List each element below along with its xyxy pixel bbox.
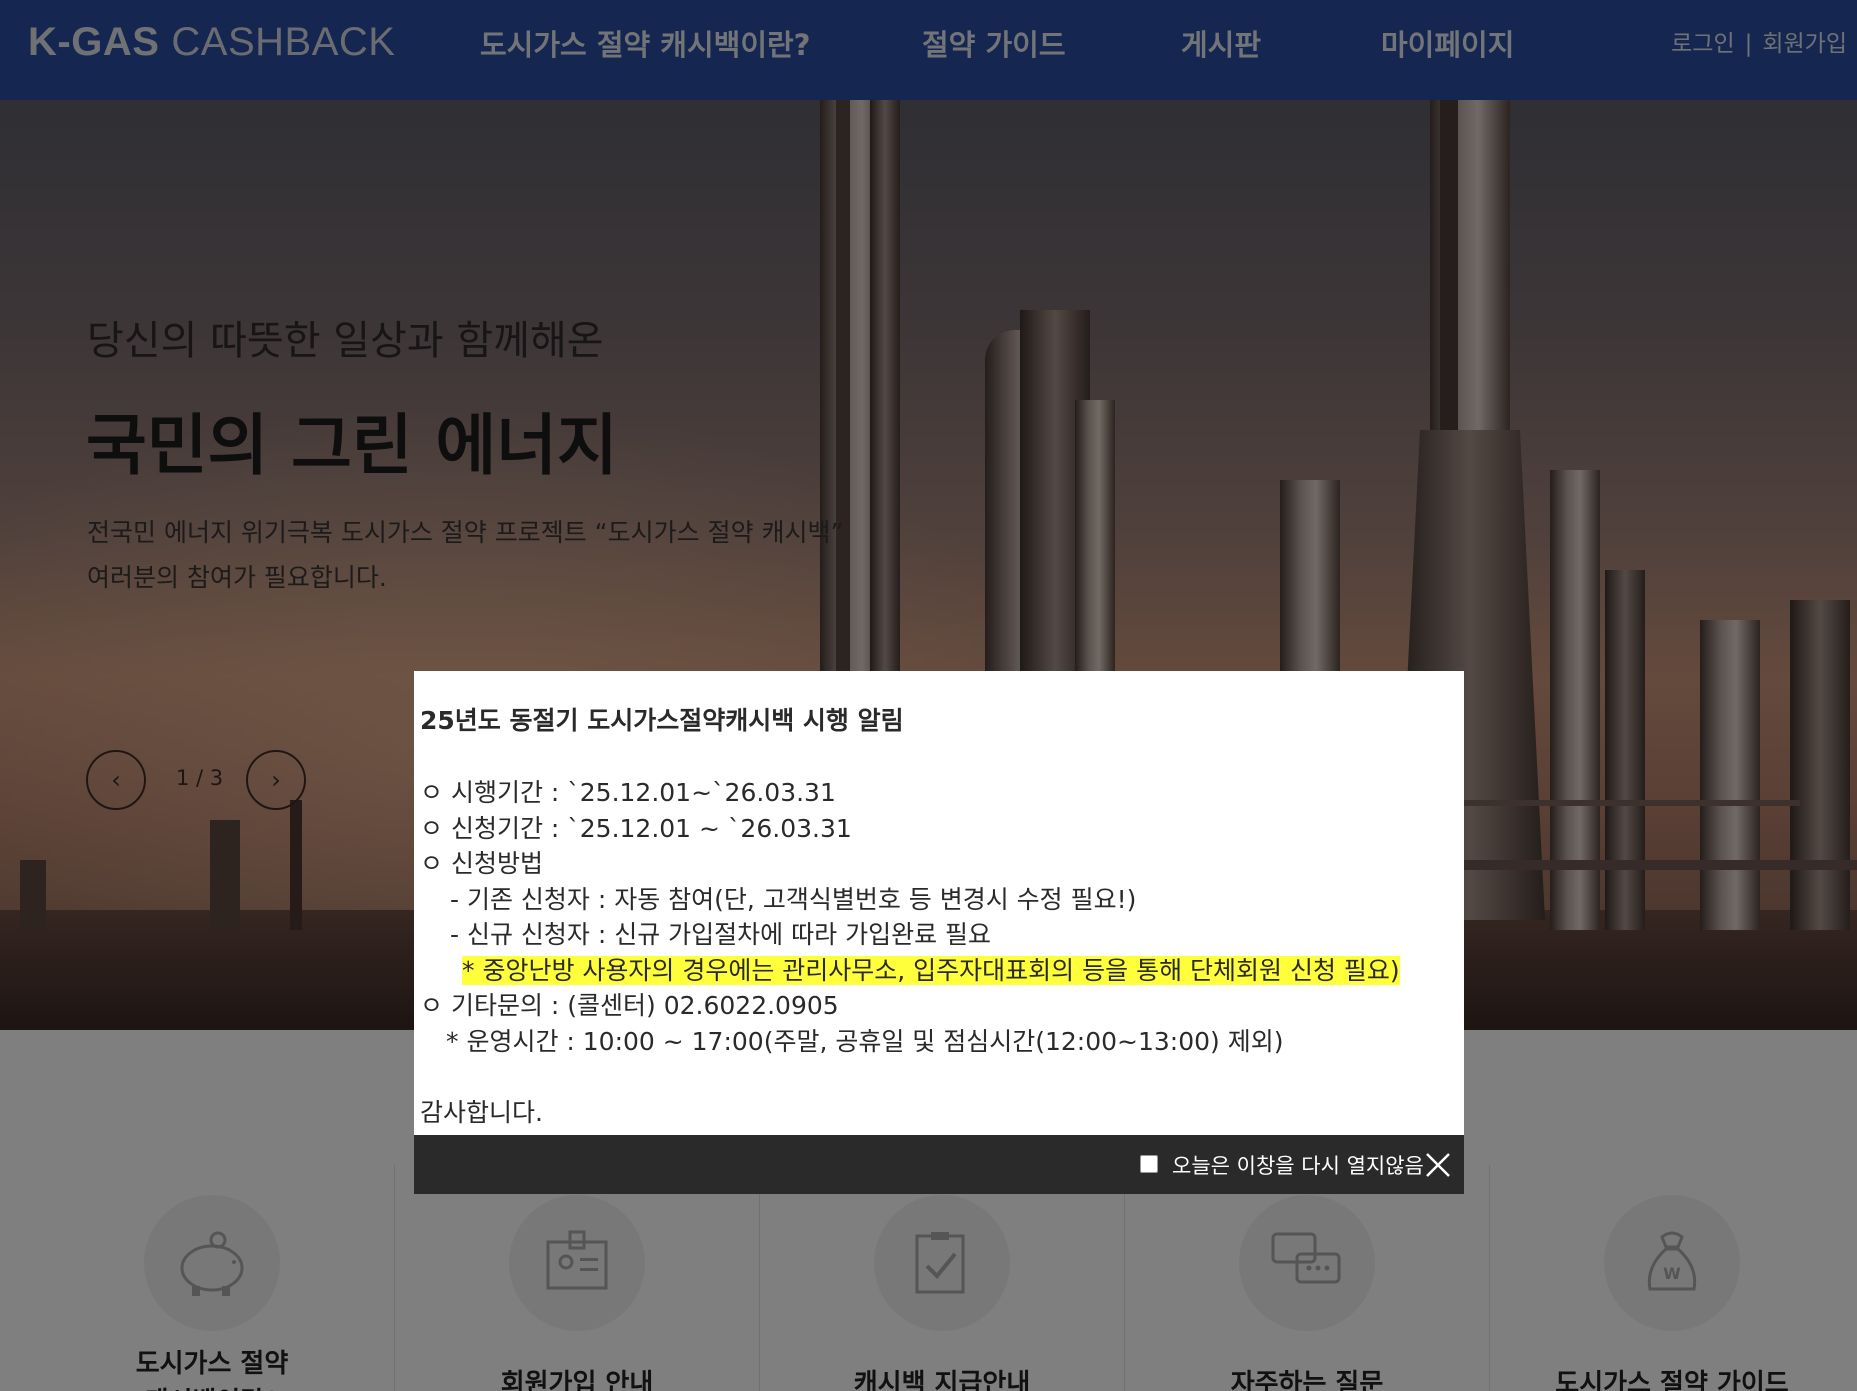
notice-line: ㅇ 신청방법 (420, 849, 543, 878)
notice-line: * 운영시간 : 10:00 ~ 17:00(주말, 공휴일 및 점심시간(12… (446, 1026, 1284, 1056)
notice-line-highlight: * 중앙난방 사용자의 경우에는 관리사무소, 입주자대표회의 등을 통해 단체… (420, 953, 1460, 989)
notice-line: ㅇ 기타문의 : (콜센터) 02.6022.0905 (420, 991, 839, 1020)
notice-popup: 25년도 동절기 도시가스절약캐시백 시행 알림 ㅇ 시행기간 : `25.12… (414, 671, 1464, 1194)
dont-show-today-checkbox[interactable] (1140, 1155, 1158, 1173)
notice-line: - 기존 신청자 : 자동 참여(단, 고객식별번호 등 변경시 수정 필요!) (450, 884, 1137, 914)
notice-line: 감사합니다. (420, 1098, 543, 1127)
notice-line: ㅇ 시행기간 : `25.12.01~`26.03.31 (420, 778, 836, 807)
notice-popup-footer: 오늘은 이창을 다시 열지않음 (414, 1135, 1464, 1194)
notice-title: 25년도 동절기 도시가스절약캐시백 시행 알림 (420, 706, 904, 735)
highlighted-text: * 중앙난방 사용자의 경우에는 관리사무소, 입주자대표회의 등을 통해 단체… (462, 955, 1400, 985)
notice-popup-body: 25년도 동절기 도시가스절약캐시백 시행 알림 ㅇ 시행기간 : `25.12… (420, 703, 1460, 1131)
dont-show-today-label[interactable]: 오늘은 이창을 다시 열지않음 (1172, 1150, 1424, 1180)
notice-line: ㅇ 신청기간 : `25.12.01 ~ `26.03.31 (420, 813, 852, 843)
notice-line: - 신규 신청자 : 신규 가입절차에 따라 가입완료 필요 (450, 920, 992, 949)
close-icon[interactable] (1424, 1151, 1452, 1179)
